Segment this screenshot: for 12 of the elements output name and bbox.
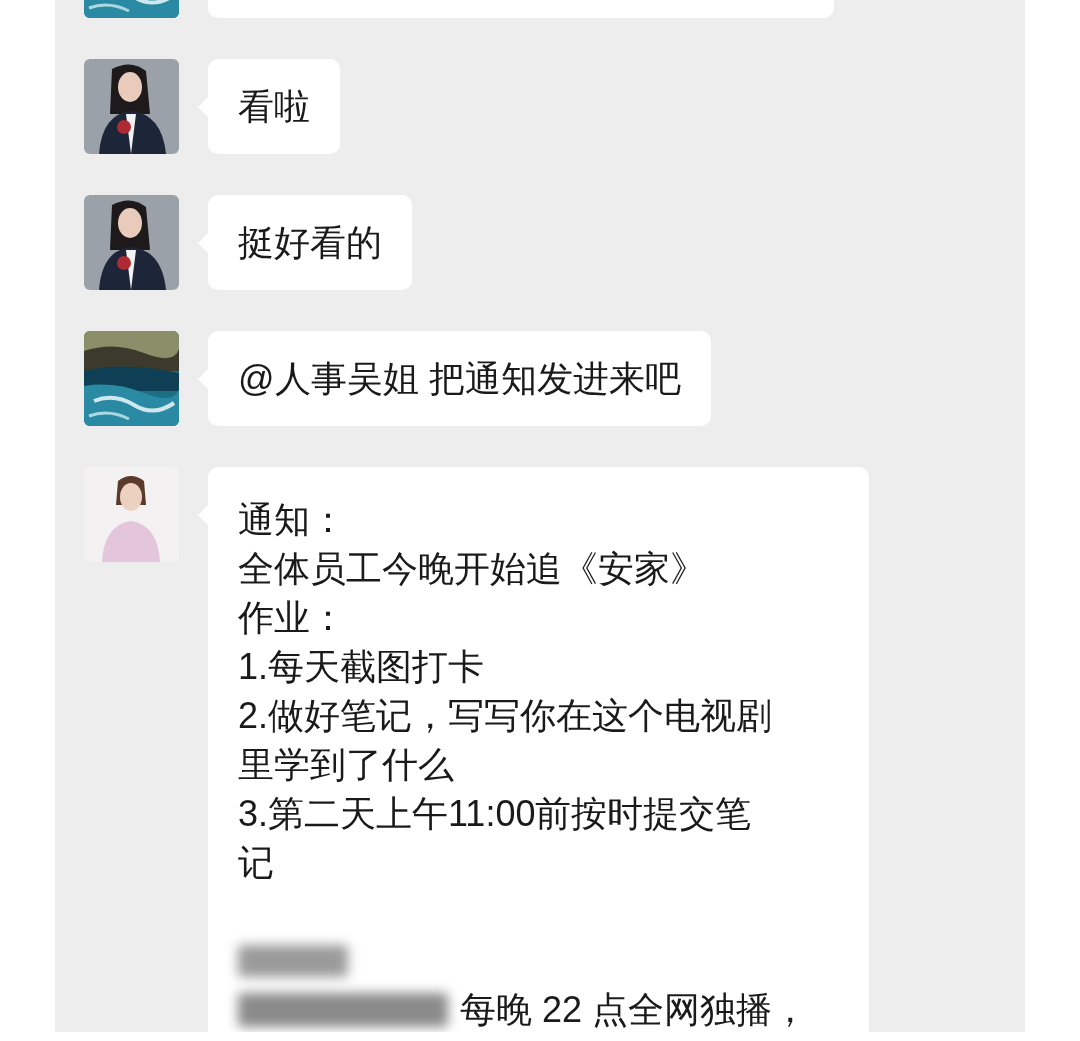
message-text: 里学到了什么 xyxy=(238,743,454,787)
message-text: 全体员工今晚开始追《安家》 xyxy=(238,547,706,591)
message-text: 1.每天截图打卡 xyxy=(238,645,485,689)
message-text: 通知： xyxy=(238,498,346,542)
message-text: 记 xyxy=(238,841,274,885)
message-text: 每晚 22 点全网独播， xyxy=(460,988,809,1032)
message-text: 作业： xyxy=(238,596,346,640)
message-text: 2.做好笔记，写写你在这个电视剧 xyxy=(238,694,773,738)
message-text: @人事吴姐 把通知发进来吧 xyxy=(238,357,681,401)
message-text: 看啦 xyxy=(238,85,310,129)
message-text: 挺好看的 xyxy=(238,221,382,265)
message-text: 3.第二天上午11:00前按时提交笔 xyxy=(238,792,752,836)
